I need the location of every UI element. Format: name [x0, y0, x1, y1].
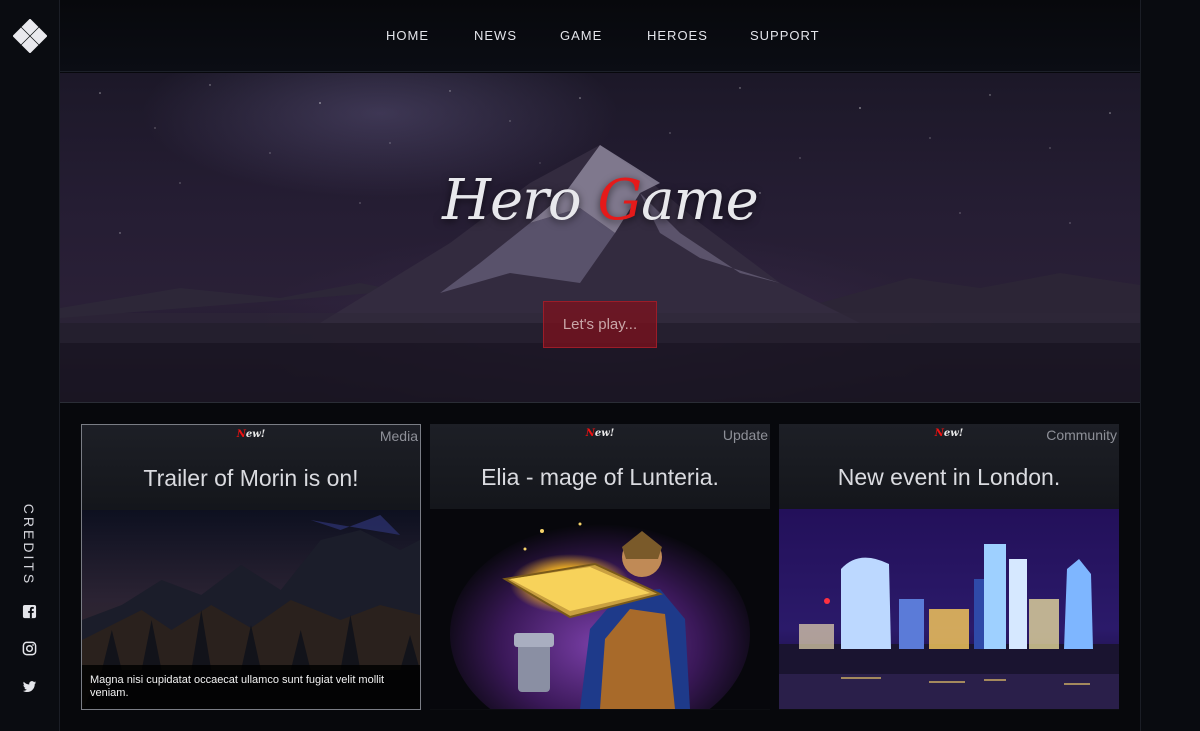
nav-support[interactable]: SUPPORT: [750, 28, 820, 43]
left-sidebar: CREDITS: [0, 0, 60, 731]
new-badge-text: ew!: [594, 428, 615, 439]
card-title: New event in London.: [837, 464, 1061, 490]
nav-news[interactable]: NEWS: [474, 28, 517, 43]
card-image-london-skyline: [779, 509, 1119, 709]
new-badge: New!: [430, 428, 770, 439]
hero-banner: Hero Game Let's play...: [60, 73, 1140, 403]
card-caption: Magna nisi cupidatat occaecat ullamco su…: [82, 665, 420, 709]
new-badge: New!: [82, 429, 420, 440]
card-title: Elia - mage of Lunteria.: [481, 464, 719, 490]
card-title: Trailer of Morin is on!: [143, 465, 359, 491]
new-badge-text: ew!: [245, 429, 266, 440]
nav-heroes[interactable]: HEROES: [647, 28, 708, 43]
card-category: Community: [1046, 427, 1117, 443]
nav-game[interactable]: GAME: [560, 28, 602, 43]
card-image-mage-hero: [430, 509, 770, 709]
new-badge-text: ew!: [943, 428, 964, 439]
new-badge-accent: N: [934, 428, 944, 439]
hero-title-part1: Hero: [442, 168, 598, 233]
hero-title-accent: G: [597, 168, 642, 233]
news-card-trailer[interactable]: New! Media Trailer of Morin is on! Magna…: [81, 424, 421, 710]
card-category: Media: [379, 428, 418, 444]
credits-link[interactable]: CREDITS: [21, 504, 37, 586]
gamepad-cross-icon[interactable]: [12, 18, 48, 54]
twitter-icon[interactable]: [22, 679, 37, 694]
hero-title: Hero Game: [60, 168, 1140, 233]
news-card-mage[interactable]: New! Update Elia - mage of Lunteria.: [430, 424, 770, 710]
new-badge-accent: N: [585, 428, 595, 439]
lets-play-button[interactable]: Let's play...: [543, 301, 657, 348]
top-navigation: HOME NEWS GAME HEROES SUPPORT: [60, 0, 1140, 72]
news-card-london-event[interactable]: New! Community New event in London.: [779, 424, 1119, 710]
nav-home[interactable]: HOME: [386, 28, 429, 43]
facebook-icon[interactable]: [22, 604, 37, 619]
hero-title-part2: ame: [641, 168, 759, 233]
right-sidebar: [1140, 0, 1200, 731]
mountain-night-scene: [60, 84, 1140, 402]
new-badge-accent: N: [236, 429, 246, 440]
instagram-icon[interactable]: [22, 641, 37, 656]
card-category: Update: [722, 427, 768, 443]
